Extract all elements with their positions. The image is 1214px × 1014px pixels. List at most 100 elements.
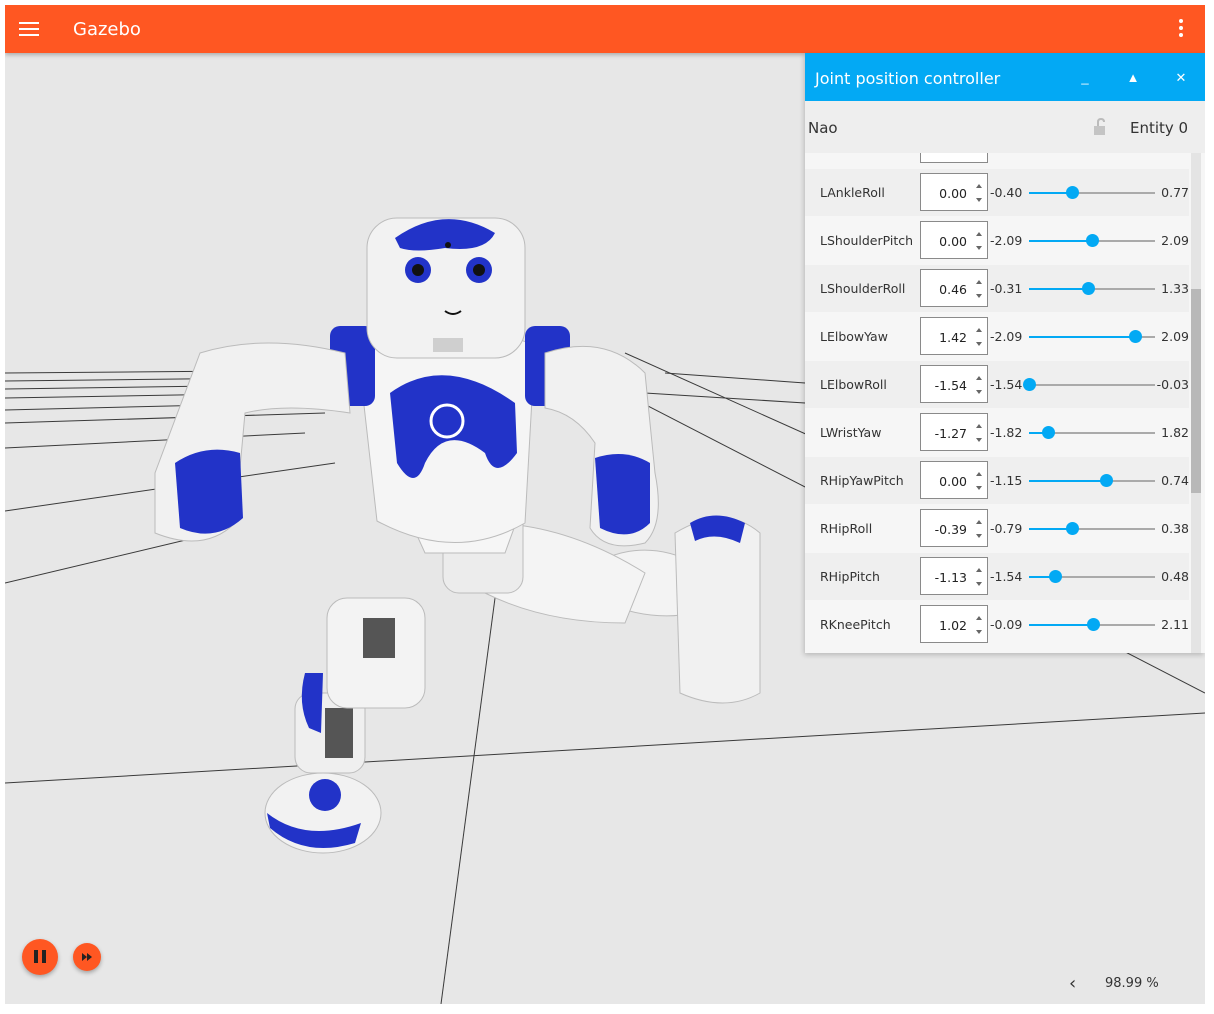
joint-slider[interactable] bbox=[1029, 330, 1155, 343]
spin-down-icon[interactable] bbox=[976, 534, 982, 538]
joint-min-label: -0.09 bbox=[990, 617, 1023, 632]
expand-icon[interactable]: ▲ bbox=[1120, 65, 1146, 91]
partial-joint-row bbox=[805, 153, 1189, 168]
joint-row: RKneePitch 1.02 -0.09 2.11 bbox=[805, 601, 1189, 648]
joint-row: LElbowRoll -1.54 -1.54 -0.03 bbox=[805, 361, 1189, 408]
spin-up-icon[interactable] bbox=[976, 184, 982, 188]
close-icon[interactable]: ✕ bbox=[1168, 65, 1194, 91]
slider-fill bbox=[1029, 240, 1092, 242]
step-forward-button[interactable] bbox=[73, 943, 101, 971]
scrollbar-thumb[interactable] bbox=[1191, 289, 1201, 493]
joint-value-spinbox[interactable] bbox=[920, 153, 988, 163]
slider-handle[interactable] bbox=[1099, 474, 1113, 487]
joint-name: LWristYaw bbox=[820, 425, 882, 440]
spin-up-icon[interactable] bbox=[976, 328, 982, 332]
pause-button[interactable] bbox=[22, 939, 58, 975]
minimize-icon[interactable]: _ bbox=[1072, 65, 1098, 91]
spin-up-icon[interactable] bbox=[976, 280, 982, 284]
joint-value: 0.00 bbox=[939, 186, 967, 201]
joint-value-spinbox[interactable]: 0.00 bbox=[920, 173, 988, 211]
joint-min-label: -0.79 bbox=[990, 521, 1023, 536]
vertical-scrollbar[interactable] bbox=[1191, 153, 1201, 653]
spin-up-icon[interactable] bbox=[976, 376, 982, 380]
spin-up-icon[interactable] bbox=[976, 568, 982, 572]
joint-slider[interactable] bbox=[1029, 234, 1155, 247]
joint-value-spinbox[interactable]: -1.27 bbox=[920, 413, 988, 451]
joint-value-spinbox[interactable]: 1.42 bbox=[920, 317, 988, 355]
joint-slider[interactable] bbox=[1029, 570, 1155, 583]
spin-down-icon[interactable] bbox=[976, 294, 982, 298]
slider-handle[interactable] bbox=[1048, 570, 1062, 583]
spin-down-icon[interactable] bbox=[976, 486, 982, 490]
joint-row: LShoulderPitch 0.00 -2.09 2.09 bbox=[805, 217, 1189, 264]
slider-handle[interactable] bbox=[1042, 426, 1056, 439]
unlock-icon[interactable] bbox=[1093, 118, 1109, 136]
joint-slider[interactable] bbox=[1023, 378, 1155, 391]
joint-name: LElbowRoll bbox=[820, 377, 887, 392]
slider-handle[interactable] bbox=[1023, 378, 1036, 391]
joint-slider[interactable] bbox=[1029, 522, 1155, 535]
joint-max-label: 0.38 bbox=[1161, 521, 1189, 536]
joint-min-label: -1.54 bbox=[990, 569, 1023, 584]
joint-name: RKneePitch bbox=[820, 617, 891, 632]
spin-down-icon[interactable] bbox=[976, 246, 982, 250]
joint-max-label: -0.03 bbox=[1156, 377, 1189, 392]
joint-min-label: -0.31 bbox=[990, 281, 1023, 296]
entity-row: Nao Entity 0 bbox=[805, 101, 1205, 153]
spin-up-icon[interactable] bbox=[976, 616, 982, 620]
joint-slider[interactable] bbox=[1029, 282, 1155, 295]
joint-value: 0.00 bbox=[939, 474, 967, 489]
spin-up-icon[interactable] bbox=[976, 424, 982, 428]
spin-down-icon[interactable] bbox=[976, 198, 982, 202]
joint-max-label: 0.74 bbox=[1161, 473, 1189, 488]
spin-down-icon[interactable] bbox=[976, 390, 982, 394]
joint-slider[interactable] bbox=[1029, 618, 1155, 631]
slider-handle[interactable] bbox=[1082, 282, 1096, 295]
joint-min-label: -1.15 bbox=[990, 473, 1023, 488]
joint-max-label: 1.82 bbox=[1161, 425, 1189, 440]
hamburger-menu-icon[interactable] bbox=[19, 19, 39, 39]
spin-down-icon[interactable] bbox=[976, 438, 982, 442]
joint-name: RHipPitch bbox=[820, 569, 880, 584]
spin-up-icon[interactable] bbox=[976, 520, 982, 524]
joint-max-label: 0.48 bbox=[1161, 569, 1189, 584]
collapse-stats-arrow[interactable]: ‹ bbox=[1069, 973, 1076, 994]
slider-handle[interactable] bbox=[1128, 330, 1142, 343]
slider-fill bbox=[1029, 288, 1089, 290]
spin-down-icon[interactable] bbox=[976, 630, 982, 634]
panel-title: Joint position controller bbox=[815, 69, 1001, 88]
joint-value-spinbox[interactable]: 0.00 bbox=[920, 221, 988, 259]
joint-name: LShoulderPitch bbox=[820, 233, 914, 248]
joint-value: -1.54 bbox=[934, 378, 967, 393]
slider-handle[interactable] bbox=[1086, 618, 1100, 631]
joint-slider[interactable] bbox=[1029, 426, 1155, 439]
joint-row: LAnkleRoll 0.00 -0.40 0.77 bbox=[805, 169, 1189, 216]
joint-value-spinbox[interactable]: 0.00 bbox=[920, 461, 988, 499]
slider-handle[interactable] bbox=[1086, 234, 1099, 247]
app-title: Gazebo bbox=[73, 19, 141, 40]
spin-down-icon[interactable] bbox=[976, 582, 982, 586]
spin-down-icon[interactable] bbox=[976, 342, 982, 346]
joint-value-spinbox[interactable]: 0.46 bbox=[920, 269, 988, 307]
slider-handle[interactable] bbox=[1066, 522, 1080, 535]
joint-row: RHipRoll -0.39 -0.79 0.38 bbox=[805, 505, 1189, 552]
model-name: Nao bbox=[808, 119, 838, 137]
joint-slider[interactable] bbox=[1029, 186, 1155, 199]
more-options-icon[interactable] bbox=[1169, 17, 1193, 41]
joint-value-spinbox[interactable]: -1.54 bbox=[920, 365, 988, 403]
slider-handle[interactable] bbox=[1066, 186, 1080, 199]
joint-row: RHipPitch -1.13 -1.54 0.48 bbox=[805, 553, 1189, 600]
joint-slider[interactable] bbox=[1029, 474, 1155, 487]
top-app-bar: Gazebo bbox=[5, 5, 1205, 53]
joint-row: LWristYaw -1.27 -1.82 1.82 bbox=[805, 409, 1189, 456]
spin-up-icon[interactable] bbox=[976, 232, 982, 236]
joint-value-spinbox[interactable]: -1.13 bbox=[920, 557, 988, 595]
real-time-factor: 98.99 % bbox=[1105, 976, 1159, 991]
spin-up-icon[interactable] bbox=[976, 472, 982, 476]
pause-icon bbox=[34, 950, 38, 963]
joint-value-spinbox[interactable]: -0.39 bbox=[920, 509, 988, 547]
joint-value-spinbox[interactable]: 1.02 bbox=[920, 605, 988, 643]
joint-row: RHipYawPitch 0.00 -1.15 0.74 bbox=[805, 457, 1189, 504]
joint-name: RHipRoll bbox=[820, 521, 873, 536]
slider-fill bbox=[1029, 480, 1106, 482]
